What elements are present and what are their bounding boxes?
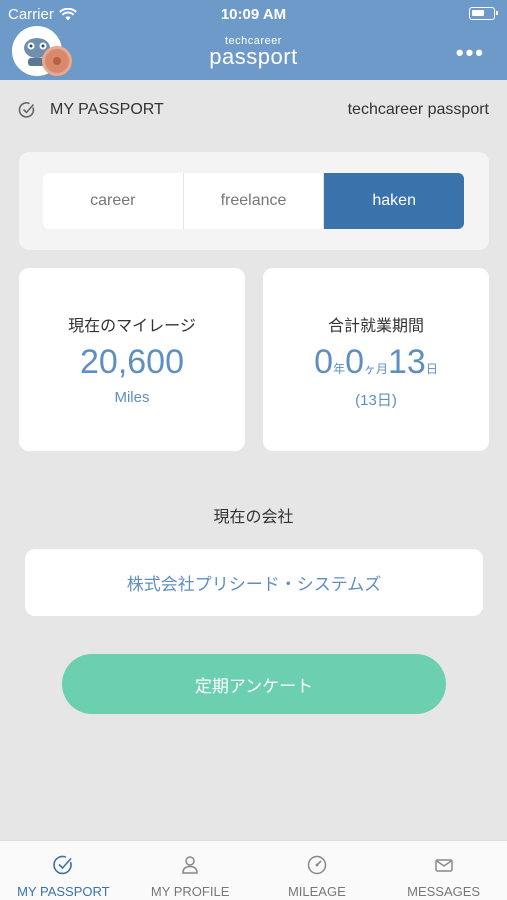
current-company-label: 現在の会社 [213, 509, 294, 526]
brand-logo: techcareer passport [0, 36, 507, 68]
envelope-icon [434, 859, 453, 872]
period-years-unit: 年 [333, 362, 346, 376]
tab-my-profile[interactable]: MY PROFILE [127, 841, 254, 900]
period-months: 0 [345, 343, 364, 381]
tab-my-passport[interactable]: MY PASSPORT [0, 841, 127, 900]
mileage-unit: Miles [114, 389, 150, 407]
tab-label: MY PASSPORT [17, 884, 110, 899]
gauge-icon [307, 855, 327, 875]
tab-label: MY PROFILE [150, 884, 230, 899]
mileage-label: 現在のマイレージ [68, 318, 196, 335]
work-period-label: 合計就業期間 [327, 318, 424, 335]
tab-label: MILEAGE [287, 884, 346, 899]
employment-type-segmented-control: career freelance haken [43, 173, 464, 229]
period-months-unit: ヶ月 [364, 362, 389, 376]
period-days-unit: 日 [425, 362, 438, 376]
bottom-tab-bar: MY PASSPORT MY PROFILE MILEAGE MESSAGES [0, 840, 507, 900]
segment-haken[interactable]: haken [324, 173, 464, 229]
segment-career[interactable]: career [43, 173, 184, 229]
section-title-group: MY PASSPORT [18, 101, 164, 119]
section-subtitle: techcareer passport [347, 101, 489, 118]
work-period-total: (13日) [355, 392, 397, 410]
period-years: 0 [314, 343, 334, 381]
work-period-value: 0年0ヶ月13日 [263, 343, 489, 381]
current-company-card[interactable]: 株式会社プリシード・システムズ [25, 549, 483, 616]
segment-freelance[interactable]: freelance [184, 173, 325, 229]
brand-big-text: passport [209, 44, 298, 69]
more-menu-button[interactable]: ••• [456, 40, 485, 66]
battery-icon [469, 7, 498, 20]
periodic-survey-button[interactable]: 定期アンケート [62, 654, 446, 714]
work-period-card: 合計就業期間 0年0ヶ月13日 (13日) [263, 268, 489, 451]
person-icon [182, 856, 198, 874]
mileage-value: 20,600 [80, 343, 184, 381]
status-bar: Carrier 10:09 AM [0, 0, 507, 28]
mileage-card: 現在のマイレージ 20,600 Miles [19, 268, 245, 451]
section-header: MY PASSPORT techcareer passport [18, 98, 489, 122]
status-time: 10:09 AM [220, 6, 287, 23]
employment-type-panel: career freelance haken [19, 152, 489, 250]
tab-messages[interactable]: MESSAGES [380, 841, 507, 900]
top-bar: Carrier 10:09 AM techcareer passport ••• [0, 0, 507, 80]
check-circle-icon [53, 855, 73, 875]
tab-mileage[interactable]: MILEAGE [254, 841, 381, 900]
section-title: MY PASSPORT [50, 101, 164, 118]
check-circle-icon [18, 102, 35, 118]
tab-label: MESSAGES [407, 884, 481, 899]
period-days: 13 [388, 343, 426, 381]
